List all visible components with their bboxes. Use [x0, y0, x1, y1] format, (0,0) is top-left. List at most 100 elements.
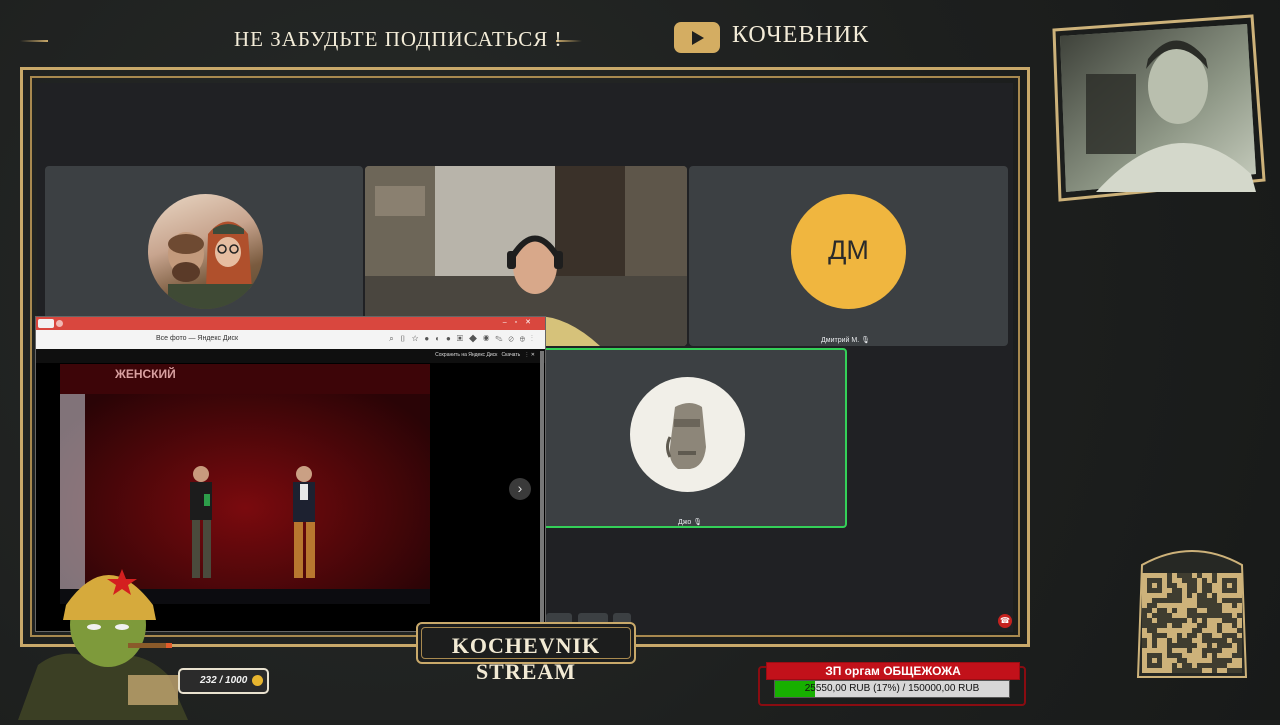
qr-module: [1147, 643, 1152, 648]
qr-module: [1197, 618, 1202, 623]
dm-name-label: Дмитрий М. 🎙: [821, 337, 870, 344]
qr-module: [1197, 588, 1202, 593]
qr-module: [1172, 573, 1177, 578]
qr-module: [1227, 648, 1232, 653]
browser-toolbar-icons[interactable]: ⌕▯☆●◐●▣◆◉✎⊘⊕⋮: [389, 334, 539, 344]
qr-module: [1232, 648, 1237, 653]
qr-module: [1222, 573, 1227, 578]
stream-title-badge: KOCHEVNIK STREAM: [416, 622, 636, 684]
qr-module: [1237, 603, 1242, 608]
qr-module: [1232, 608, 1237, 613]
qr-module: [1197, 643, 1202, 648]
qr-module: [1197, 638, 1202, 643]
download-button[interactable]: Скачать: [502, 352, 521, 358]
qr-module: [1217, 618, 1222, 623]
qr-module: [1147, 638, 1152, 643]
qr-module: [1177, 608, 1182, 613]
qr-module: [1177, 628, 1182, 633]
qr-module: [1212, 623, 1217, 628]
participant-tile-moai[interactable]: Джо 🎙: [527, 348, 847, 528]
qr-module: [1167, 658, 1172, 663]
qr-module: [1167, 623, 1172, 628]
qr-module: [1237, 623, 1242, 628]
qr-module: [1142, 603, 1147, 608]
qr-module: [1237, 588, 1242, 593]
qr-module: [1147, 613, 1152, 618]
qr-module: [1207, 668, 1212, 673]
qr-module: [1177, 583, 1182, 588]
qr-module: [1197, 583, 1202, 588]
qr-module: [1202, 573, 1207, 578]
next-photo-button[interactable]: ›: [509, 478, 531, 500]
goal-title: ЗП оргам ОБЩЕЖОЖА: [825, 664, 961, 678]
qr-module: [1212, 583, 1217, 588]
qr-module: [1192, 623, 1197, 628]
viewer-toolbar: Сохранить на Яндекс Диск Скачать ⋮ ✕: [36, 349, 545, 363]
qr-module: [1217, 583, 1222, 588]
save-to-disk-button[interactable]: Сохранить на Яндекс Диск: [435, 352, 497, 358]
new-tab-icon[interactable]: [56, 320, 63, 327]
browser-address-bar[interactable]: Все фото — Яндекс Диск ⌕▯☆●◐●▣◆◉✎⊘⊕⋮: [36, 330, 545, 350]
mic-icon: 🎙: [693, 519, 703, 526]
browser-tab[interactable]: [38, 319, 54, 328]
qr-module: [1142, 573, 1147, 578]
qr-module: [1162, 578, 1167, 583]
qr-module: [1197, 608, 1202, 613]
qr-module: [1157, 628, 1162, 633]
qr-module: [1177, 648, 1182, 653]
window-controls[interactable]: –▫✕: [503, 318, 539, 326]
cartoon-avatar: [148, 194, 263, 309]
qr-module: [1147, 593, 1152, 598]
qr-module: [1217, 578, 1222, 583]
qr-module: [1172, 658, 1177, 663]
qr-module: [1147, 633, 1152, 638]
scrollbar[interactable]: [540, 351, 544, 631]
qr-module: [1167, 668, 1172, 673]
qr-module: [1157, 643, 1162, 648]
qr-module: [1162, 663, 1167, 668]
qr-module: [1172, 603, 1177, 608]
qr-module: [1237, 583, 1242, 588]
qr-module: [1227, 628, 1232, 633]
qr-module: [1177, 663, 1182, 668]
qr-module: [1142, 633, 1147, 638]
qr-module: [1227, 623, 1232, 628]
qr-module: [1162, 648, 1167, 653]
qr-module: [1187, 653, 1192, 658]
qr-module: [1167, 603, 1172, 608]
qr-module: [1222, 593, 1227, 598]
qr-module: [1232, 663, 1237, 668]
coin-icon: [252, 675, 263, 686]
qr-module: [1162, 583, 1167, 588]
qr-module: [1162, 588, 1167, 593]
qr-module: [1217, 573, 1222, 578]
qr-module: [1207, 593, 1212, 598]
qr-module: [1237, 663, 1242, 668]
qr-module: [1147, 598, 1152, 603]
qr-module: [1182, 648, 1187, 653]
qr-module: [1167, 608, 1172, 613]
qr-module: [1147, 573, 1152, 578]
qr-module: [1182, 653, 1187, 658]
qr-module: [1142, 648, 1147, 653]
hangup-button[interactable]: ☎: [998, 614, 1012, 628]
qr-module: [1217, 668, 1222, 673]
qr-module: [1157, 668, 1162, 673]
qr-module: [1157, 648, 1162, 653]
qr-module: [1152, 668, 1157, 673]
qr-module: [1187, 598, 1192, 603]
participant-tile-dm[interactable]: ДМ Дмитрий М. 🎙: [689, 166, 1008, 346]
qr-module: [1227, 603, 1232, 608]
qr-module: [1162, 628, 1167, 633]
qr-module: [1152, 583, 1157, 588]
stream-title: KOCHEVNIK STREAM: [451, 633, 601, 684]
qr-module: [1197, 578, 1202, 583]
qr-module: [1217, 593, 1222, 598]
qr-module: [1182, 633, 1187, 638]
viewer-actions: Сохранить на Яндекс Диск Скачать ⋮ ✕: [435, 352, 535, 358]
browser-tab-bar: –▫✕: [36, 317, 545, 330]
dm-initials: ДМ: [828, 235, 869, 265]
qr-module: [1207, 628, 1212, 633]
qr-module: [1232, 658, 1237, 663]
goal-progress-bar: 25550,00 RUB (17%) / 150000,00 RUB: [774, 680, 1010, 698]
